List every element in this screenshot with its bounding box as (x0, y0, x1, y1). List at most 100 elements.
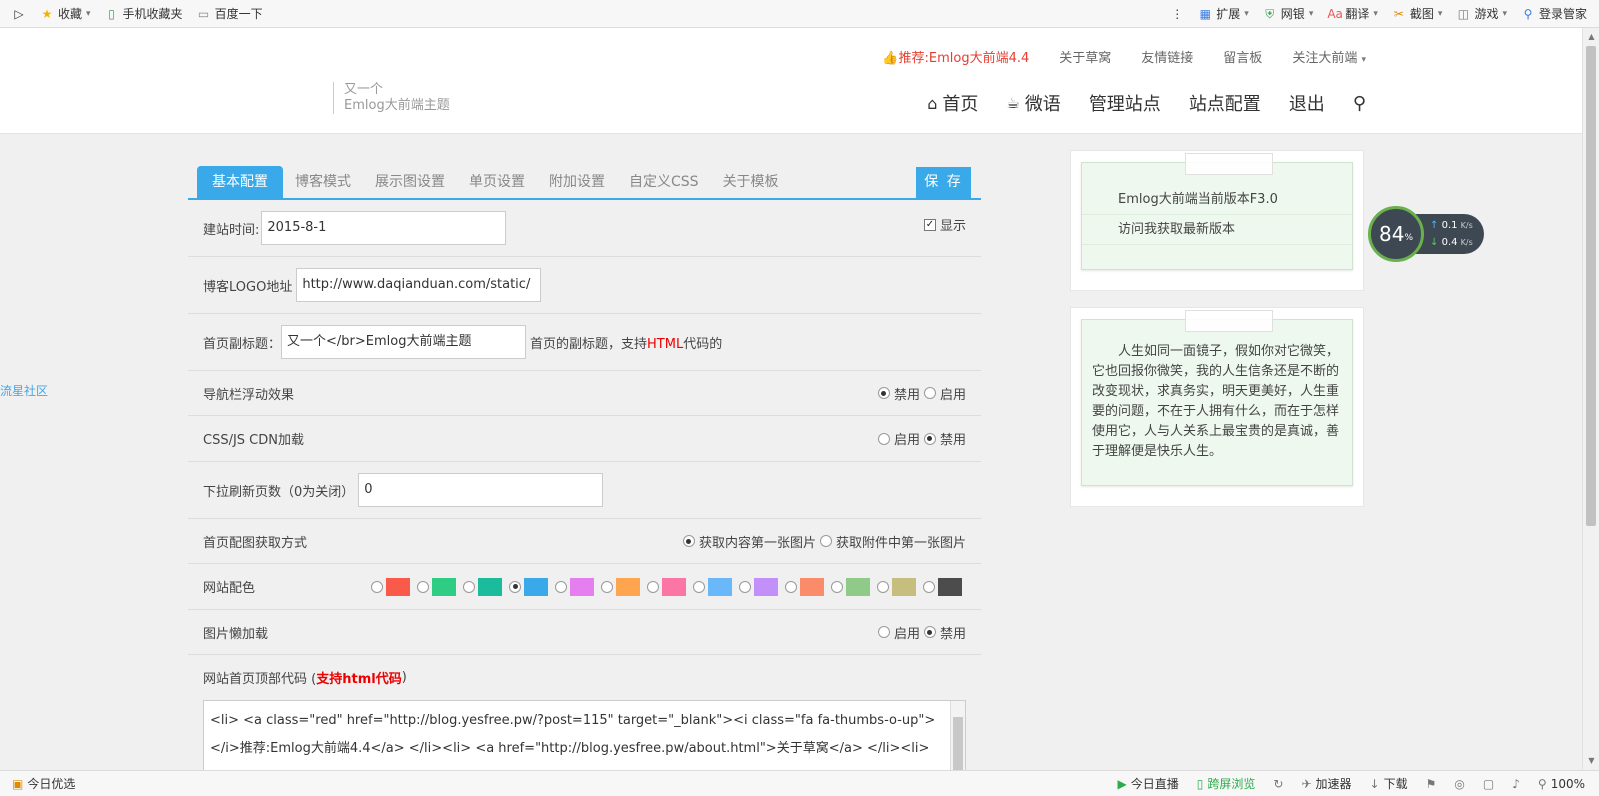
show-build-time-option[interactable]: ✓ 显示 (923, 215, 966, 234)
build-time-input[interactable]: 2015-8-1 (261, 211, 507, 245)
lazy-disable-radio[interactable] (923, 626, 936, 638)
top-code-textarea[interactable]: <li> <a class="red" href="http://blog.ye… (203, 700, 966, 770)
color-radio[interactable] (831, 580, 843, 593)
color-radio[interactable] (509, 580, 521, 593)
topnav-about-link[interactable]: 关于草窝 (1059, 47, 1111, 66)
tab-single-page[interactable]: 单页设置 (457, 166, 537, 198)
today-picks[interactable]: ▣ 今日优选 (0, 775, 75, 792)
color-swatch[interactable] (616, 577, 640, 596)
textarea-scrollbar[interactable] (950, 701, 965, 770)
chevron-down-icon: ▾ (1437, 8, 1443, 19)
color-radio[interactable] (463, 580, 475, 593)
textarea-scroll-thumb[interactable] (953, 717, 963, 770)
thumb-attachment-radio[interactable] (819, 535, 832, 547)
color-swatch[interactable] (386, 577, 410, 596)
color-swatch[interactable] (938, 577, 962, 596)
version-text: Emlog大前端当前版本F3.0 (1082, 185, 1352, 215)
color-swatch[interactable] (478, 577, 502, 596)
window-icon[interactable]: ▢ (1483, 777, 1494, 791)
nav-site-config[interactable]: 站点配置 (1189, 90, 1261, 116)
color-radio[interactable] (785, 580, 797, 593)
nav-float-disable-radio[interactable] (877, 387, 890, 399)
tab-basic-config[interactable]: 基本配置 (197, 166, 283, 198)
tab-extra-settings[interactable]: 附加设置 (537, 166, 617, 198)
zoom-control[interactable]: ⚲ 100% (1538, 777, 1585, 791)
tab-about-template[interactable]: 关于模板 (711, 166, 791, 198)
chevron-down-icon: ▾ (1244, 8, 1249, 19)
color-radio[interactable] (417, 580, 429, 593)
topnav-friend-links[interactable]: 友情链接 (1141, 47, 1193, 66)
mobile-favorites-link[interactable]: ▯ 手机收藏夹 (105, 5, 182, 22)
side-community-link[interactable]: 流星社区 (0, 382, 48, 399)
color-radio[interactable] (555, 580, 567, 593)
nav-logout[interactable]: 退出 (1289, 90, 1325, 116)
star-icon: ★ (41, 6, 53, 21)
tab-custom-css[interactable]: 自定义CSS (617, 166, 711, 198)
cross-screen-button[interactable]: ▯ 跨屏浏览 (1197, 775, 1256, 792)
logo-url-input[interactable]: http://www.daqianduan.com/static/ (296, 268, 542, 302)
color-radio[interactable] (923, 580, 935, 593)
page-scroll-thumb[interactable] (1586, 46, 1596, 526)
color-swatch[interactable] (570, 577, 594, 596)
topnav-follow-menu[interactable]: 关注大前端 ▾ (1292, 47, 1366, 66)
save-button[interactable]: 保 存 (916, 167, 971, 198)
more-vertical-icon[interactable]: ⋮ (1170, 7, 1184, 21)
download-button[interactable]: ↓ 下载 (1370, 775, 1408, 792)
cdn-enable-radio[interactable] (877, 432, 890, 445)
sidebar-toggle-icon[interactable]: ▷ (12, 7, 26, 21)
nav-home[interactable]: ⌂ 首页 (927, 90, 978, 116)
settings-panel: 基本配置 博客模式 展示图设置 单页设置 附加设置 自定义CSS 关于模板 保 … (188, 164, 981, 770)
color-radio[interactable] (739, 580, 751, 593)
tab-blog-mode[interactable]: 博客模式 (283, 166, 363, 198)
pull-refresh-input[interactable]: 0 (358, 473, 604, 507)
games-menu[interactable]: ◫ 游戏 ▾ (1456, 5, 1507, 22)
color-swatch[interactable] (800, 577, 824, 596)
cdn-disable-radio[interactable] (923, 432, 936, 445)
tab-showcase-settings[interactable]: 展示图设置 (363, 166, 457, 198)
ebank-menu[interactable]: ⛨ 网银 ▾ (1263, 5, 1313, 22)
topnav-guestbook-link[interactable]: 留言板 (1223, 47, 1262, 66)
color-swatch[interactable] (892, 577, 916, 596)
color-radio[interactable] (647, 580, 659, 593)
color-radio[interactable] (693, 580, 705, 593)
thumb-content-radio[interactable] (682, 535, 695, 547)
translate-icon: Aa (1327, 6, 1343, 21)
today-live-button[interactable]: ▶ 今日直播 (1118, 775, 1179, 792)
baidu-link[interactable]: ▭ 百度一下 (197, 5, 263, 22)
nav-microblog[interactable]: ☕ 微语 (1006, 90, 1060, 116)
mute-icon[interactable]: ♪ (1512, 777, 1520, 791)
color-swatch[interactable] (754, 577, 778, 596)
get-latest-link[interactable]: 访问我获取最新版本 (1082, 215, 1352, 245)
browser-logo-icon[interactable]: ◎ (1454, 777, 1464, 791)
flag-icon[interactable]: ⚑ (1426, 777, 1437, 791)
color-swatch[interactable] (662, 577, 686, 596)
login-manager-button[interactable]: ⚲ 登录管家 (1521, 5, 1587, 22)
build-time-row: 建站时间: 2015-8-1 ✓ 显示 (188, 200, 981, 257)
network-speed-widget[interactable]: ↑ 0.1 K/s ↓ 0.4 K/s 84% (1368, 206, 1486, 262)
lazy-load-options: 启用 禁用 (877, 623, 966, 642)
color-radio[interactable] (877, 580, 889, 593)
scroll-down-icon[interactable]: ▼ (1583, 754, 1599, 768)
nav-manage-site[interactable]: 管理站点 (1089, 90, 1161, 116)
color-swatch[interactable] (432, 577, 456, 596)
nav-float-enable-radio[interactable] (923, 387, 936, 399)
subtitle-input[interactable]: 又一个</br>Emlog大前端主题 (281, 325, 527, 359)
extensions-menu[interactable]: ▦ 扩展 ▾ (1198, 5, 1249, 22)
translate-menu[interactable]: Aa 翻译 ▾ (1327, 5, 1378, 22)
color-radio[interactable] (601, 580, 613, 593)
show-checkbox[interactable]: ✓ (923, 218, 936, 231)
scroll-up-icon[interactable]: ▲ (1583, 30, 1599, 44)
page-scrollbar[interactable]: ▲ ▼ (1582, 28, 1599, 770)
favorites-menu[interactable]: ★ 收藏 ▾ (40, 5, 91, 22)
topnav-recommend-link[interactable]: 👍推荐:Emlog大前端4.4 (882, 47, 1029, 66)
color-swatch[interactable] (708, 577, 732, 596)
screenshot-menu[interactable]: ✂ 截图 ▾ (1392, 5, 1443, 22)
refresh-icon[interactable]: ↻ (1273, 777, 1283, 791)
accelerator-button[interactable]: ✈ 加速器 (1301, 775, 1351, 792)
color-swatch[interactable] (524, 577, 548, 596)
quote-widget: 人生如同一面镜子，假如你对它微笑，它也回报你微笑，我的人生信条还是不断的改变现状… (1070, 307, 1364, 507)
color-radio[interactable] (371, 580, 383, 593)
lazy-enable-radio[interactable] (877, 626, 890, 638)
color-swatch[interactable] (846, 577, 870, 596)
search-icon[interactable]: ⚲ (1353, 93, 1366, 114)
